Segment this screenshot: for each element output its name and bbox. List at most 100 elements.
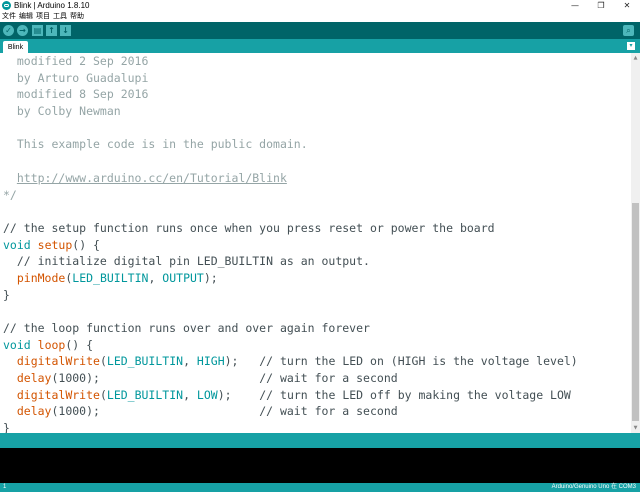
new-file-icon: ▤: [33, 26, 42, 35]
open-button[interactable]: ↑: [46, 25, 57, 36]
status-bar: [0, 433, 640, 448]
footer-bar: 1 Arduino/Genuino Uno 在 COM3: [0, 483, 640, 492]
arrow-up-icon: ↑: [48, 26, 55, 35]
board-port-label: Arduino/Genuino Uno 在 COM3: [551, 484, 636, 490]
code-token: void: [3, 237, 31, 252]
code-token: digitalWrite: [16, 354, 100, 369]
code-token: delay: [16, 371, 52, 386]
code-token: http://www.arduino.cc/en/Tutorial/Blink: [16, 170, 287, 185]
code-line: // initialize digital pin LED_BUILTIN as…: [0, 253, 631, 270]
code-token: LED_BUILTIN: [106, 354, 184, 369]
code-line: delay(1000); // wait for a second: [0, 370, 631, 387]
scroll-up-icon[interactable]: ▲: [631, 54, 640, 62]
arduino-logo-icon: [2, 1, 11, 10]
close-button[interactable]: ✕: [614, 0, 640, 11]
code-token: ,: [183, 354, 197, 369]
code-line: pinMode(LED_BUILTIN, OUTPUT);: [0, 270, 631, 287]
code-token: () {: [72, 237, 100, 252]
code-token: digitalWrite: [16, 387, 100, 402]
menu-bar: 文件 编辑 项目 工具 帮助: [0, 11, 640, 22]
code-editor[interactable]: modified 2 Sep 2016 by Arturo Guadalupi …: [0, 53, 631, 433]
code-token: );: [203, 270, 218, 285]
code-token: modified 2 Sep 2016: [3, 54, 149, 68]
code-line: void loop() {: [0, 337, 631, 354]
serial-monitor-button[interactable]: ⌕: [623, 25, 634, 36]
code-token: ,: [183, 387, 197, 402]
code-token: (: [99, 387, 107, 402]
code-token: (1000); // wait for a second: [51, 371, 398, 386]
menu-file[interactable]: 文件: [2, 11, 16, 22]
arrow-down-icon: ↓: [62, 26, 69, 35]
code-line: }: [0, 287, 631, 304]
code-token: LOW: [196, 387, 218, 402]
save-button[interactable]: ↓: [60, 25, 71, 36]
code-line: by Colby Newman: [0, 103, 631, 120]
code-token: HIGH: [196, 354, 225, 369]
code-token: ); // turn the LED off by making the vol…: [217, 387, 571, 402]
code-line: http://www.arduino.cc/en/Tutorial/Blink: [0, 170, 631, 187]
code-line: digitalWrite(LED_BUILTIN, HIGH); // turn…: [0, 353, 631, 370]
menu-help[interactable]: 帮助: [70, 11, 84, 22]
tab-bar: Blink ▾: [0, 39, 640, 53]
code-token: void: [3, 337, 31, 352]
maximize-button[interactable]: ❐: [588, 0, 614, 11]
code-token: LED_BUILTIN: [106, 387, 184, 402]
toolbar: ✓ → ▤ ↑ ↓ ⌕: [0, 22, 640, 39]
console-output[interactable]: [0, 448, 640, 483]
code-token: OUTPUT: [162, 270, 204, 285]
code-line: void setup() {: [0, 237, 631, 254]
code-line: modified 2 Sep 2016: [0, 53, 631, 70]
code-line: */: [0, 187, 631, 204]
code-token: ); // turn the LED on (HIGH is the volta…: [224, 354, 578, 369]
menu-sketch[interactable]: 项目: [36, 11, 50, 22]
tab-menu-button[interactable]: ▾: [627, 42, 635, 50]
window-controls: — ❐ ✕: [562, 0, 640, 11]
code-token: ,: [148, 270, 163, 285]
arrow-right-icon: →: [19, 26, 26, 35]
code-token: by Colby Newman: [3, 104, 121, 119]
new-sketch-button[interactable]: ▤: [32, 25, 43, 36]
code-token: // the loop function runs over and over …: [3, 321, 370, 335]
code-token: (1000); // wait for a second: [51, 404, 398, 419]
code-token: by Arturo Guadalupi: [3, 70, 149, 85]
scroll-down-icon[interactable]: ▼: [631, 424, 640, 432]
checkmark-icon: ✓: [5, 26, 12, 35]
verify-button[interactable]: ✓: [3, 25, 14, 36]
code-token: pinMode: [16, 270, 66, 285]
code-token: LED_BUILTIN: [72, 270, 149, 285]
code-line: // the loop function runs over and over …: [0, 320, 631, 337]
code-token: // initialize digital pin LED_BUILTIN as…: [3, 254, 370, 269]
code-token: */: [3, 187, 17, 202]
code-token: modified 8 Sep 2016: [3, 87, 149, 102]
code-line: modified 8 Sep 2016: [0, 86, 631, 103]
code-lines: modified 2 Sep 2016 by Arturo Guadalupi …: [0, 53, 631, 433]
vertical-scrollbar[interactable]: ▲ ▼: [631, 53, 640, 433]
code-token: }: [3, 421, 10, 433]
tab-blink[interactable]: Blink: [3, 41, 28, 53]
minimize-button[interactable]: —: [562, 0, 588, 11]
code-token: // the setup function runs once when you…: [3, 220, 495, 235]
code-line: }: [0, 420, 631, 433]
code-token: loop: [37, 337, 66, 352]
code-line: // the setup function runs once when you…: [0, 220, 631, 237]
title-bar: Blink | Arduino 1.8.10 — ❐ ✕: [0, 0, 640, 11]
menu-edit[interactable]: 编辑: [19, 11, 33, 22]
menu-tools[interactable]: 工具: [53, 11, 67, 22]
code-token: This example code is in the public domai…: [3, 137, 308, 152]
upload-button[interactable]: →: [17, 25, 28, 36]
line-number: 1: [3, 484, 7, 490]
chevron-down-icon: ▾: [629, 42, 633, 49]
code-token: setup: [37, 237, 73, 252]
scrollbar-thumb[interactable]: [632, 203, 639, 421]
code-token: (: [99, 354, 107, 369]
code-token: delay: [16, 404, 52, 419]
code-line: by Arturo Guadalupi: [0, 70, 631, 87]
